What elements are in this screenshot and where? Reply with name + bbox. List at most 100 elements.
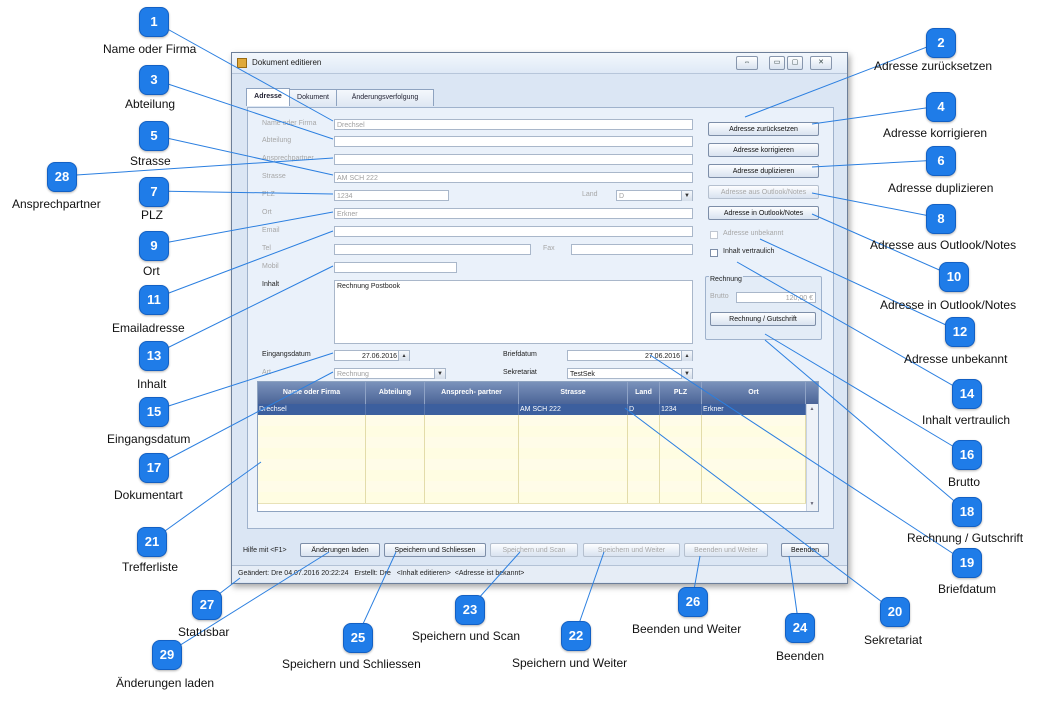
eingangsdatum-value: 27.06.2016 <box>361 353 397 360</box>
adresse-in-outlook-button[interactable]: Adresse in Outlook/Notes <box>708 206 819 220</box>
beenden-weiter-button[interactable]: Beenden und Weiter <box>684 543 768 557</box>
restore-size-icon[interactable]: ⇔ <box>736 56 758 70</box>
adresse-unbekannt-label: Adresse unbekannt <box>723 230 784 237</box>
adresse-aus-outlook-button[interactable]: Adresse aus Outlook/Notes <box>708 185 819 199</box>
close-icon[interactable]: ✕ <box>810 56 832 70</box>
table-cell <box>702 459 806 470</box>
minimize-icon[interactable]: ▭ <box>769 56 785 70</box>
callout-number-badge: 11 <box>139 285 169 315</box>
callout-number-badge: 24 <box>785 613 815 643</box>
rechnung-gutschrift-button[interactable]: Rechnung / Gutschrift <box>710 312 816 326</box>
abteilung-field[interactable] <box>334 136 693 147</box>
art-select[interactable]: Rechnung ▼ <box>334 368 446 379</box>
speichern-schliessen-button[interactable]: Speichern und Schliessen <box>384 543 486 557</box>
table-cell <box>366 492 425 503</box>
inhalt-vertraulich-checkbox[interactable] <box>710 249 718 257</box>
column-header[interactable]: Name oder Firma <box>258 382 366 404</box>
tab-adresse[interactable]: Adresse <box>246 88 290 106</box>
calendar-spin-icon[interactable]: ▴ <box>398 351 409 361</box>
column-header[interactable]: PLZ <box>660 382 702 404</box>
sekretariat-label: Sekretariat <box>503 369 537 376</box>
fax-field[interactable] <box>571 244 693 255</box>
mobil-field[interactable] <box>334 262 457 273</box>
scroll-up-icon[interactable]: ▲ <box>808 405 816 413</box>
column-header[interactable]: Ansprech- partner <box>425 382 519 404</box>
callout-number-badge: 5 <box>139 121 169 151</box>
column-header[interactable]: Abteilung <box>366 382 425 404</box>
speichern-weiter-button[interactable]: Speichern und Weiter <box>583 543 680 557</box>
eingangsdatum-label: Eingangsdatum <box>262 351 311 358</box>
ansprechpartner-field[interactable] <box>334 154 693 165</box>
table-cell <box>660 448 702 459</box>
table-cell <box>425 437 519 448</box>
maximize-icon[interactable]: ▢ <box>787 56 803 70</box>
email-field[interactable] <box>334 226 693 237</box>
callout-number-badge: 20 <box>880 597 910 627</box>
eingangsdatum-field[interactable]: 27.06.2016 ▴ <box>334 350 410 361</box>
adresse-zuruecksetzen-button[interactable]: Adresse zurücksetzen <box>708 122 819 136</box>
callout-number-badge: 28 <box>47 162 77 192</box>
briefdatum-field[interactable]: 27.06.2016 ▴ <box>567 350 693 361</box>
aenderungen-laden-button[interactable]: Änderungen laden <box>300 543 380 557</box>
column-header[interactable]: Land <box>628 382 660 404</box>
table-cell <box>660 437 702 448</box>
table-cell <box>519 448 628 459</box>
adresse-unbekannt-checkbox[interactable] <box>710 231 718 239</box>
callout-number-badge: 21 <box>137 527 167 557</box>
table-row[interactable] <box>258 492 806 504</box>
table-cell <box>660 492 702 503</box>
table-cell <box>702 481 806 492</box>
name-field[interactable]: Drechsel <box>334 119 693 130</box>
callout-label: Inhalt vertraulich <box>922 413 1011 427</box>
grid-scrollbar[interactable]: ▲ ▼ <box>806 404 818 511</box>
inhalt-textarea[interactable]: Rechnung Postbook <box>334 280 693 344</box>
callout-label: Dokumentart <box>114 488 183 502</box>
callout-label: Speichern und Weiter <box>512 656 628 670</box>
callout-label: Beenden <box>776 649 825 663</box>
strasse-field[interactable]: AM SCH 222 <box>334 172 693 183</box>
chevron-down-icon[interactable]: ▼ <box>681 191 692 201</box>
callout-label: Inhalt <box>137 377 167 391</box>
ort-field[interactable]: Erkner <box>334 208 693 219</box>
table-cell <box>519 459 628 470</box>
title-bar[interactable]: Dokument editieren ⇔ ▭ ▢ ✕ <box>232 53 847 74</box>
callout-number-badge: 13 <box>139 341 169 371</box>
sekretariat-select[interactable]: TestSek ▼ <box>567 368 693 379</box>
callout-number-badge: 3 <box>139 65 169 95</box>
calendar-spin-icon[interactable]: ▴ <box>681 351 692 361</box>
callout-label: Sekretariat <box>864 633 923 647</box>
brutto-field[interactable]: 120,00 € <box>736 292 816 303</box>
chevron-down-icon[interactable]: ▼ <box>434 369 445 379</box>
table-cell: Erkner <box>702 404 806 415</box>
scroll-down-icon[interactable]: ▼ <box>808 500 816 508</box>
land-value: D <box>619 193 625 200</box>
name-label: Name oder Firma <box>262 120 317 127</box>
adresse-korrigieren-button[interactable]: Adresse korrigieren <box>708 143 819 157</box>
table-cell <box>366 459 425 470</box>
tab-aenderungsverfolgung[interactable]: Änderungsverfolgung <box>336 89 434 106</box>
chevron-down-icon[interactable]: ▼ <box>681 369 692 379</box>
column-header[interactable]: Ort <box>702 382 806 404</box>
column-header[interactable]: Strasse <box>519 382 628 404</box>
land-select[interactable]: D ▼ <box>616 190 693 201</box>
table-cell <box>425 426 519 437</box>
abteilung-label: Abteilung <box>262 137 292 144</box>
callout-number-badge: 15 <box>139 397 169 427</box>
art-label: Art <box>262 369 271 376</box>
table-cell <box>425 470 519 481</box>
tab-dokument[interactable]: Dokument <box>289 89 337 106</box>
tel-field[interactable] <box>334 244 531 255</box>
callout-number-badge: 1 <box>139 7 169 37</box>
beenden-button[interactable]: Beenden <box>781 543 829 557</box>
speichern-scan-button[interactable]: Speichern und Scan <box>490 543 578 557</box>
adresse-duplizieren-button[interactable]: Adresse duplizieren <box>708 164 819 178</box>
results-grid[interactable]: Name oder Firma Abteilung Ansprech- part… <box>257 381 819 512</box>
table-cell <box>660 481 702 492</box>
callout-label: Rechnung / Gutschrift <box>907 531 1024 545</box>
plz-field[interactable]: 1234 <box>334 190 449 201</box>
address-tab-panel: Name oder Firma Drechsel Abteilung Anspr… <box>247 107 834 529</box>
inhalt-label: Inhalt <box>262 281 280 288</box>
grid-header: Name oder Firma Abteilung Ansprech- part… <box>258 382 818 404</box>
strasse-label: Strasse <box>262 173 286 180</box>
callout-number-badge: 29 <box>152 640 182 670</box>
